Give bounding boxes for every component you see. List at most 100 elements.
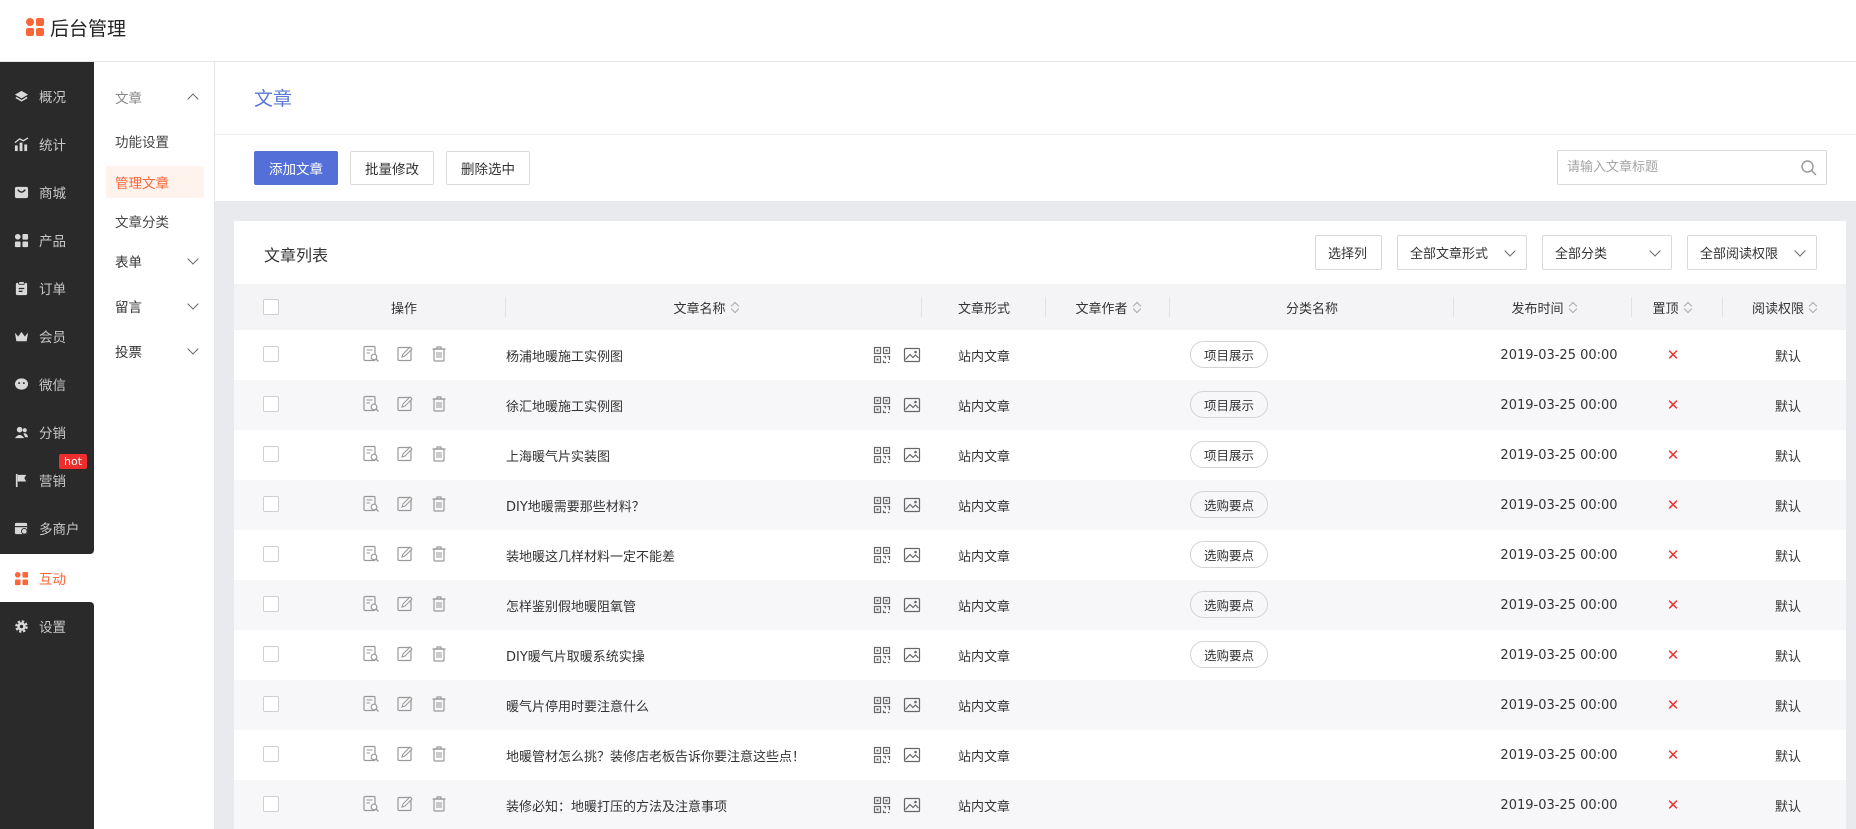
sidebar-item-manage-articles[interactable]: 管理文章 [106, 166, 204, 198]
nav-mall[interactable]: 商城 [0, 168, 94, 216]
pin-toggle-icon[interactable]: ✕ [1658, 330, 1688, 380]
select-all-checkbox[interactable] [263, 299, 279, 315]
row-checkbox[interactable] [263, 696, 279, 712]
qrcode-icon[interactable] [873, 696, 891, 714]
article-name[interactable]: DIY地暖需要那些材料？ [506, 480, 645, 530]
preview-icon[interactable] [362, 645, 380, 663]
nav-members[interactable]: 会员 [0, 312, 94, 360]
batch-edit-button[interactable]: 批量修改 [350, 151, 434, 185]
preview-icon[interactable] [362, 595, 380, 613]
row-checkbox[interactable] [263, 546, 279, 562]
row-checkbox[interactable] [263, 746, 279, 762]
edit-icon[interactable] [396, 795, 414, 813]
article-name[interactable]: 暖气片停用时要注意什么 [506, 680, 649, 730]
trash-icon[interactable] [430, 745, 448, 763]
filter-article-form[interactable]: 全部文章形式 [1397, 235, 1527, 270]
trash-icon[interactable] [430, 645, 448, 663]
group-votes[interactable]: 投票 [94, 335, 215, 367]
group-messages[interactable]: 留言 [94, 290, 215, 322]
article-name[interactable]: 地暖管材怎么挑？装修店老板告诉你要注意这些点！ [506, 730, 805, 780]
qrcode-icon[interactable] [873, 746, 891, 764]
th-permission[interactable]: 阅读权限 [1723, 284, 1846, 330]
article-name[interactable]: 怎样鉴别假地暖阻氧管 [506, 580, 636, 630]
edit-icon[interactable] [396, 545, 414, 563]
edit-icon[interactable] [396, 495, 414, 513]
preview-icon[interactable] [362, 745, 380, 763]
preview-icon[interactable] [362, 545, 380, 563]
trash-icon[interactable] [430, 345, 448, 363]
article-name[interactable]: 上海暖气片实装图 [506, 430, 610, 480]
article-name[interactable]: 装修必知：地暖打压的方法及注意事项 [506, 780, 727, 829]
pin-toggle-icon[interactable]: ✕ [1658, 480, 1688, 530]
trash-icon[interactable] [430, 395, 448, 413]
qrcode-icon[interactable] [873, 796, 891, 814]
pin-toggle-icon[interactable]: ✕ [1658, 380, 1688, 430]
image-icon[interactable] [903, 546, 921, 564]
nav-wechat[interactable]: 微信 [0, 360, 94, 408]
image-icon[interactable] [903, 796, 921, 814]
filter-permission[interactable]: 全部阅读权限 [1687, 235, 1817, 270]
nav-distribution[interactable]: 分销 [0, 408, 94, 456]
qrcode-icon[interactable] [873, 396, 891, 414]
choose-columns-button[interactable]: 选择列 [1315, 235, 1382, 270]
row-checkbox[interactable] [263, 796, 279, 812]
th-author[interactable]: 文章作者 [1046, 284, 1170, 330]
image-icon[interactable] [903, 646, 921, 664]
row-checkbox[interactable] [263, 646, 279, 662]
article-name[interactable]: 杨浦地暖施工实例图 [506, 330, 623, 380]
sidebar-item-feature-settings[interactable]: 功能设置 [94, 125, 215, 157]
trash-icon[interactable] [430, 545, 448, 563]
nav-products[interactable]: 产品 [0, 216, 94, 264]
nav-orders[interactable]: 订单 [0, 264, 94, 312]
search-icon[interactable] [1800, 159, 1818, 177]
nav-overview[interactable]: 概况 [0, 72, 94, 120]
qrcode-icon[interactable] [873, 596, 891, 614]
image-icon[interactable] [903, 446, 921, 464]
sidebar-item-article-categories[interactable]: 文章分类 [94, 205, 215, 237]
nav-statistics[interactable]: 统计 [0, 120, 94, 168]
nav-interaction[interactable]: 互动 [0, 554, 94, 602]
search-input[interactable] [1558, 151, 1788, 184]
row-checkbox[interactable] [263, 396, 279, 412]
article-name[interactable]: 装地暖这几样材料一定不能差 [506, 530, 675, 580]
qrcode-icon[interactable] [873, 646, 891, 664]
image-icon[interactable] [903, 696, 921, 714]
image-icon[interactable] [903, 596, 921, 614]
th-date[interactable]: 发布时间 [1454, 284, 1634, 330]
preview-icon[interactable] [362, 395, 380, 413]
preview-icon[interactable] [362, 495, 380, 513]
add-article-button[interactable]: 添加文章 [254, 151, 338, 185]
pin-toggle-icon[interactable]: ✕ [1658, 430, 1688, 480]
trash-icon[interactable] [430, 595, 448, 613]
edit-icon[interactable] [396, 695, 414, 713]
pin-toggle-icon[interactable]: ✕ [1658, 680, 1688, 730]
nav-multi-merchant[interactable]: 多商户 [0, 504, 94, 552]
edit-icon[interactable] [396, 595, 414, 613]
group-forms[interactable]: 表单 [94, 245, 215, 277]
article-name[interactable]: DIY暖气片取暖系统实操 [506, 630, 645, 680]
nav-settings[interactable]: 设置 [0, 602, 94, 650]
image-icon[interactable] [903, 346, 921, 364]
pin-toggle-icon[interactable]: ✕ [1658, 530, 1688, 580]
group-article[interactable]: 文章 [94, 81, 215, 113]
trash-icon[interactable] [430, 695, 448, 713]
preview-icon[interactable] [362, 445, 380, 463]
qrcode-icon[interactable] [873, 496, 891, 514]
row-checkbox[interactable] [263, 346, 279, 362]
trash-icon[interactable] [430, 495, 448, 513]
image-icon[interactable] [903, 396, 921, 414]
row-checkbox[interactable] [263, 446, 279, 462]
edit-icon[interactable] [396, 745, 414, 763]
preview-icon[interactable] [362, 345, 380, 363]
qrcode-icon[interactable] [873, 446, 891, 464]
qrcode-icon[interactable] [873, 346, 891, 364]
preview-icon[interactable] [362, 795, 380, 813]
preview-icon[interactable] [362, 695, 380, 713]
article-name[interactable]: 徐汇地暖施工实例图 [506, 380, 623, 430]
app-logo[interactable]: 后台管理 [26, 14, 126, 41]
image-icon[interactable] [903, 746, 921, 764]
pin-toggle-icon[interactable]: ✕ [1658, 730, 1688, 780]
edit-icon[interactable] [396, 645, 414, 663]
th-pin[interactable]: 置顶 [1632, 284, 1712, 330]
edit-icon[interactable] [396, 345, 414, 363]
